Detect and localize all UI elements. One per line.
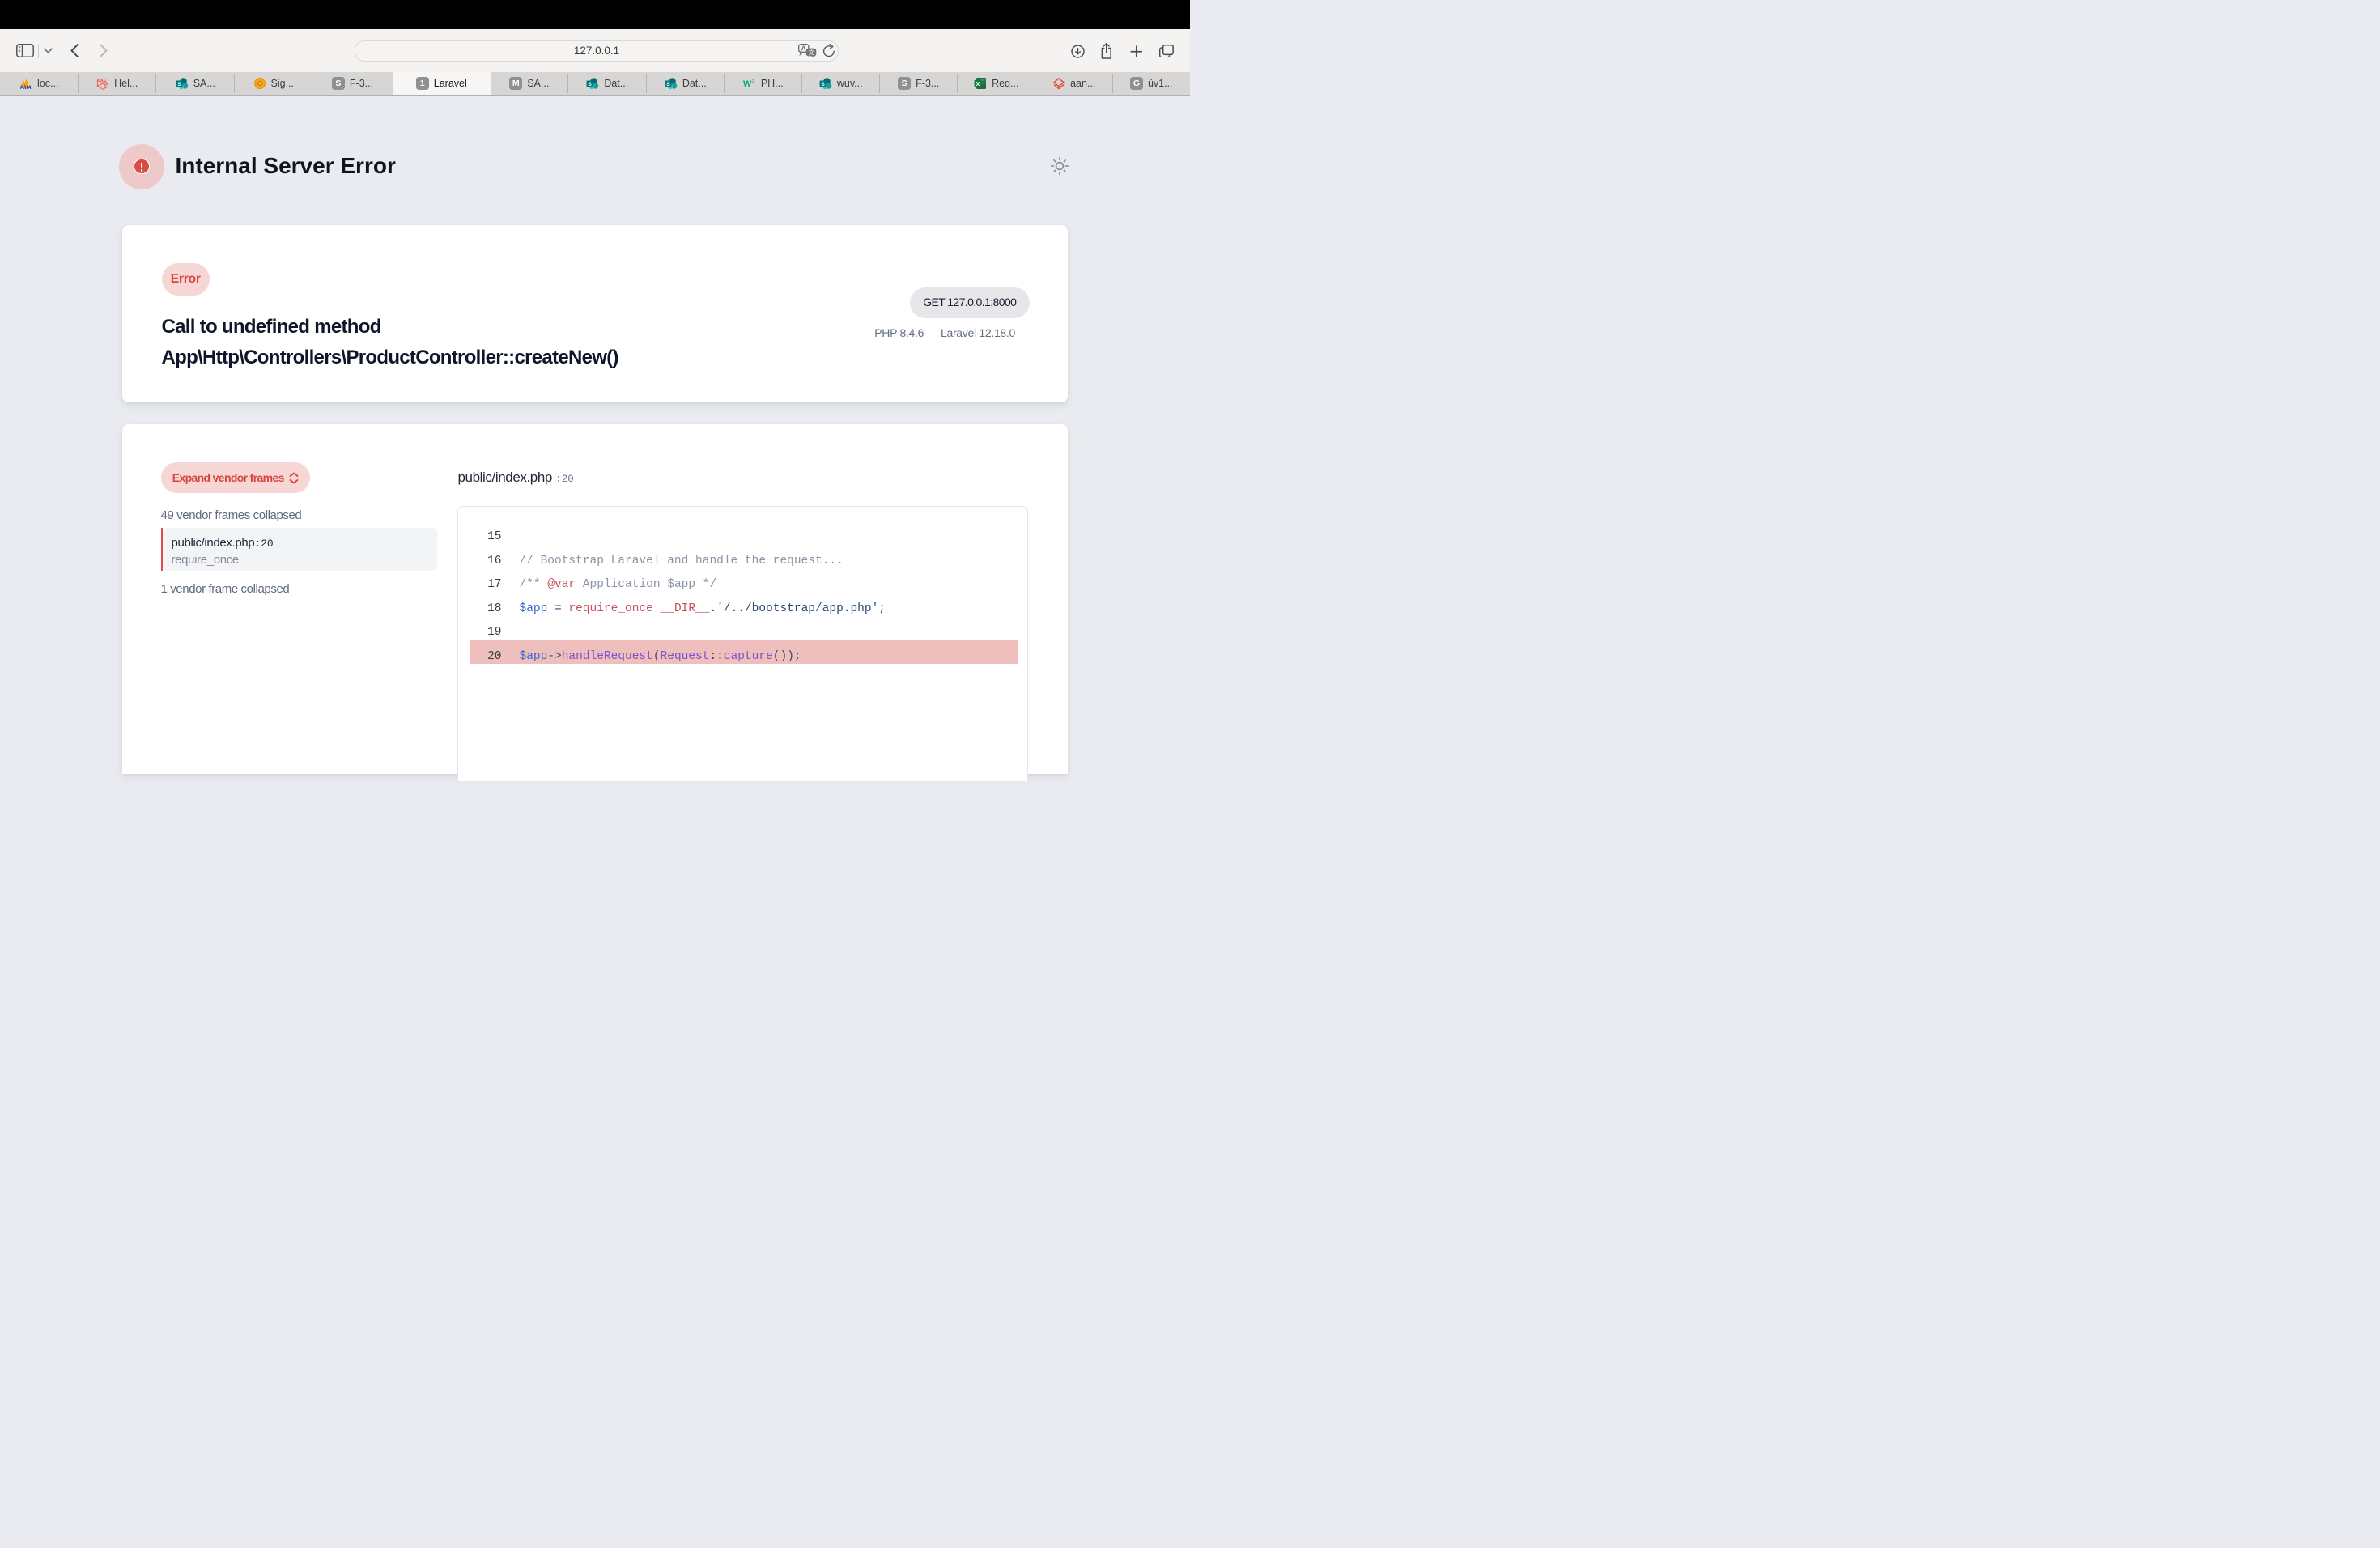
svg-text:S: S <box>821 82 825 87</box>
svg-text:S: S <box>589 82 593 87</box>
svg-text:文: 文 <box>809 48 815 56</box>
svg-text:PMA: PMA <box>20 85 32 90</box>
svg-text:S: S <box>177 82 181 87</box>
svg-text:A: A <box>801 45 806 53</box>
svg-text:W: W <box>743 79 752 89</box>
svg-text:S: S <box>666 82 670 87</box>
svg-text:3: 3 <box>752 79 755 84</box>
svg-text:X: X <box>976 81 980 87</box>
